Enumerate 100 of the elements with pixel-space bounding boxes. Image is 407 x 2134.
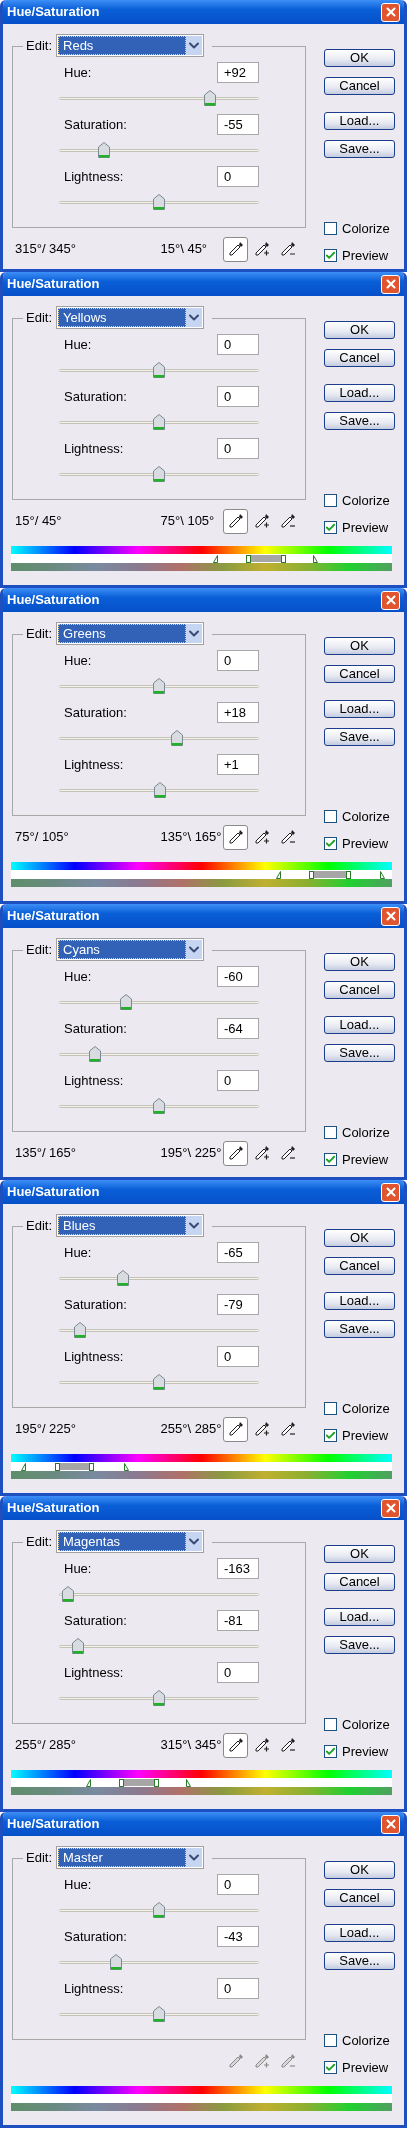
slider-thumb[interactable] [119, 994, 132, 1010]
dialog-button[interactable]: Save... [324, 1952, 395, 1970]
slider-track[interactable] [59, 1954, 259, 1970]
slider-thumb[interactable] [72, 1638, 84, 1654]
value-field[interactable]: +92 [217, 62, 259, 83]
range-slider[interactable] [276, 871, 282, 879]
value-field[interactable]: -43 [217, 1926, 259, 1947]
slider-track[interactable] [59, 194, 259, 210]
range-slider[interactable] [212, 555, 218, 563]
slider-thumb[interactable] [154, 782, 166, 798]
slider-track[interactable] [59, 782, 259, 798]
dialog-button[interactable]: Cancel [324, 349, 395, 367]
edit-dropdown[interactable]: Cyans [56, 938, 204, 961]
checkbox[interactable] [324, 1402, 337, 1416]
slider-track[interactable] [59, 1322, 259, 1338]
slider-thumb[interactable] [171, 730, 183, 746]
checkbox[interactable] [324, 1152, 337, 1166]
dialog-button[interactable]: OK [324, 1229, 395, 1247]
value-field[interactable]: -81 [217, 1610, 259, 1631]
slider-thumb[interactable] [153, 2006, 165, 2022]
dialog-button[interactable]: OK [324, 1545, 395, 1563]
eyedropper-button[interactable] [223, 236, 248, 262]
eyedropper-button[interactable] [223, 1140, 248, 1166]
slider-track[interactable] [59, 1902, 259, 1918]
range-slider[interactable] [346, 871, 352, 879]
dialog-button[interactable]: Save... [324, 1320, 395, 1338]
slider-thumb[interactable] [110, 1954, 122, 1970]
slider-track[interactable] [59, 1374, 259, 1390]
slider-thumb[interactable] [153, 1374, 165, 1390]
range-slider[interactable] [21, 1463, 27, 1471]
range-slider[interactable] [123, 1463, 129, 1471]
dialog-button[interactable]: OK [324, 953, 395, 971]
slider-thumb[interactable] [98, 142, 110, 158]
range-slider[interactable] [85, 1779, 91, 1787]
range-slider[interactable] [380, 871, 386, 879]
slider-thumb[interactable] [153, 1690, 165, 1706]
value-field[interactable]: 0 [217, 1070, 259, 1091]
range-slider[interactable] [281, 555, 287, 563]
slider-track[interactable] [59, 730, 259, 746]
value-field[interactable]: 0 [217, 1662, 259, 1683]
slider-thumb[interactable] [89, 1046, 101, 1062]
dialog-button[interactable]: OK [324, 1861, 395, 1879]
range-slider[interactable] [186, 1779, 192, 1787]
dialog-button[interactable]: Cancel [324, 665, 395, 683]
slider-track[interactable] [59, 1046, 259, 1062]
range-slider[interactable] [309, 871, 315, 879]
value-field[interactable]: 0 [217, 438, 259, 459]
slider-track[interactable] [59, 414, 259, 430]
slider-thumb[interactable] [153, 466, 165, 482]
checkbox[interactable] [324, 810, 337, 824]
dialog-button[interactable]: Cancel [324, 1889, 395, 1907]
slider-track[interactable] [59, 994, 259, 1010]
dialog-button[interactable]: Load... [324, 1292, 395, 1310]
close-button[interactable] [381, 590, 400, 610]
slider-track[interactable] [59, 1690, 259, 1706]
checkbox[interactable] [324, 1126, 337, 1140]
slider-thumb[interactable] [116, 1270, 129, 1286]
checkbox[interactable] [324, 1718, 337, 1732]
checkbox[interactable] [324, 836, 337, 850]
dialog-button[interactable]: Save... [324, 1636, 395, 1654]
close-button[interactable] [381, 274, 400, 294]
slider-track[interactable] [59, 1270, 259, 1286]
slider-track[interactable] [59, 1638, 259, 1654]
slider-thumb[interactable] [74, 1322, 86, 1338]
slider-thumb[interactable] [62, 1586, 75, 1602]
checkbox[interactable] [324, 222, 337, 236]
slider-thumb[interactable] [153, 194, 165, 210]
slider-track[interactable] [59, 2006, 259, 2022]
close-button[interactable] [381, 1814, 400, 1834]
dialog-button[interactable]: Cancel [324, 1257, 395, 1275]
value-field[interactable]: 0 [217, 334, 259, 355]
value-field[interactable]: +18 [217, 702, 259, 723]
checkbox[interactable] [324, 520, 337, 534]
close-button[interactable] [381, 1182, 400, 1202]
edit-dropdown[interactable]: Yellows [56, 306, 204, 329]
value-field[interactable]: 0 [217, 1874, 259, 1895]
close-button[interactable] [381, 906, 400, 926]
checkbox[interactable] [324, 494, 337, 508]
checkbox[interactable] [324, 248, 337, 262]
range-slider[interactable] [119, 1779, 125, 1787]
value-field[interactable]: 0 [217, 650, 259, 671]
slider-track[interactable] [59, 1586, 259, 1602]
checkbox[interactable] [324, 2034, 337, 2048]
value-field[interactable]: -60 [217, 966, 259, 987]
dialog-button[interactable]: Cancel [324, 981, 395, 999]
value-field[interactable]: -64 [217, 1018, 259, 1039]
edit-dropdown[interactable]: Blues [56, 1214, 204, 1237]
value-field[interactable]: -163 [217, 1558, 259, 1579]
dialog-button[interactable]: Save... [324, 412, 395, 430]
slider-track[interactable] [59, 1098, 259, 1114]
dialog-button[interactable]: Load... [324, 1608, 395, 1626]
eyedropper-button[interactable] [223, 1732, 248, 1758]
dialog-button[interactable]: Load... [324, 700, 395, 718]
dialog-button[interactable]: Save... [324, 728, 395, 746]
slider-thumb[interactable] [153, 1098, 165, 1114]
slider-track[interactable] [59, 678, 259, 694]
dialog-button[interactable]: Load... [324, 1924, 395, 1942]
value-field[interactable]: -55 [217, 114, 259, 135]
edit-dropdown[interactable]: Magentas [56, 1530, 204, 1553]
slider-thumb[interactable] [153, 362, 165, 378]
